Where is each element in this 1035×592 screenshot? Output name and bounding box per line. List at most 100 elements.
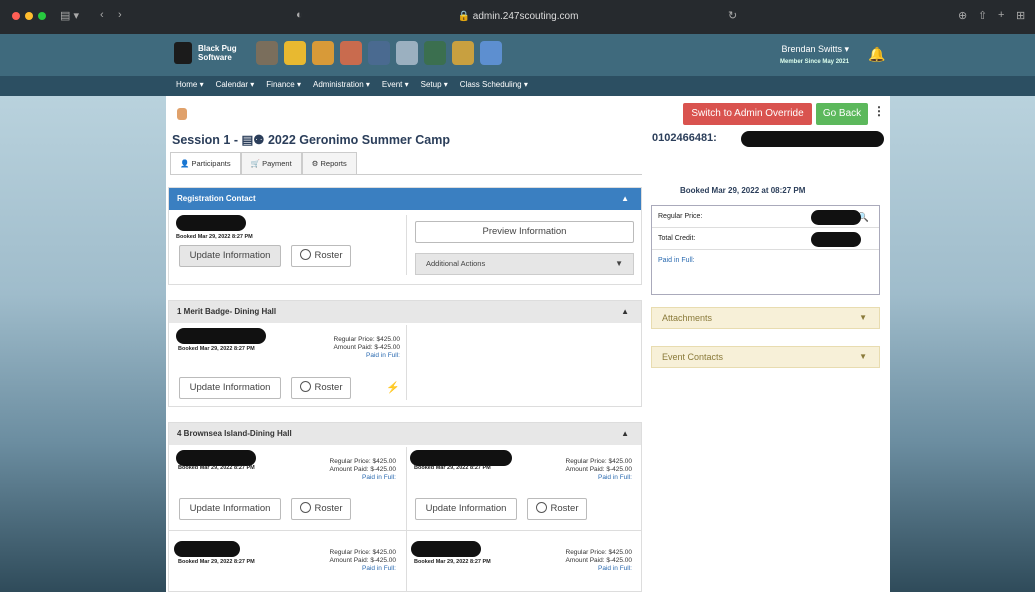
paid-in-full: Paid in Full: bbox=[598, 565, 632, 572]
amount-paid: Amount Paid: $-425.00 bbox=[329, 466, 397, 473]
url-text: admin.247scouting.com bbox=[472, 11, 579, 22]
new-tab-icon[interactable]: + bbox=[998, 9, 1004, 21]
nav-administration[interactable]: Administration ▾ bbox=[313, 80, 370, 89]
module-icons bbox=[256, 41, 502, 65]
regular-price: Regular Price: $425.00 bbox=[329, 549, 397, 556]
group-header[interactable]: 4 Brownsea Island-Dining Hall ▲ bbox=[169, 423, 641, 445]
roster-icon bbox=[299, 249, 311, 260]
user-icon[interactable] bbox=[340, 41, 362, 65]
booking-summary-title: Booked Mar 29, 2022 at 08:27 PM bbox=[680, 186, 806, 195]
go-back-button[interactable]: Go Back bbox=[816, 103, 868, 125]
nav-event[interactable]: Event ▾ bbox=[382, 80, 409, 89]
redaction bbox=[741, 131, 884, 147]
attachments-label: Attachments bbox=[662, 313, 713, 323]
privacy-shield-icon[interactable]: ◐ bbox=[296, 9, 303, 21]
chevron-up-icon[interactable]: ▲ bbox=[621, 188, 629, 210]
additional-actions-select[interactable]: Additional Actions ▼ bbox=[415, 253, 634, 275]
bell-icon[interactable]: 🔔 bbox=[868, 46, 885, 63]
roster-icon bbox=[299, 381, 311, 392]
update-information-button[interactable]: Update Information bbox=[415, 498, 517, 520]
calculator-icon[interactable] bbox=[424, 41, 446, 65]
participant-icon bbox=[177, 108, 187, 120]
tab-payment-label: Payment bbox=[262, 159, 292, 168]
house-icon[interactable] bbox=[256, 41, 278, 65]
roster-button[interactable]: Roster bbox=[527, 498, 587, 520]
paid-in-full: Paid in Full: bbox=[598, 474, 632, 481]
people-icon[interactable] bbox=[480, 41, 502, 65]
update-information-button[interactable]: Update Information bbox=[179, 377, 281, 399]
address-bar[interactable]: 🔒 admin.247scouting.com bbox=[398, 8, 638, 26]
reload-icon[interactable]: ↻ bbox=[728, 9, 737, 22]
back-icon[interactable]: ‹ bbox=[100, 9, 104, 21]
lightning-icon[interactable]: ⚡ bbox=[386, 381, 400, 394]
tab-overview-icon[interactable]: ⊞ bbox=[1016, 9, 1025, 22]
paid-in-full: Paid in Full: bbox=[366, 352, 400, 359]
notebook-icon[interactable] bbox=[396, 41, 418, 65]
redaction bbox=[411, 541, 481, 557]
divider bbox=[406, 325, 407, 400]
update-information-button[interactable]: Update Information bbox=[179, 245, 281, 267]
group-title: 1 Merit Badge- Dining Hall bbox=[177, 307, 277, 316]
nav-finance[interactable]: Finance ▾ bbox=[266, 80, 301, 89]
amount-paid: Amount Paid: $-425.00 bbox=[329, 557, 397, 564]
chevron-up-icon[interactable]: ▲ bbox=[621, 423, 629, 445]
admin-override-button[interactable]: Switch to Admin Override bbox=[683, 103, 812, 125]
nav-setup[interactable]: Setup ▾ bbox=[421, 80, 448, 89]
brand-line1: Black Pug bbox=[198, 44, 237, 53]
folder-icon[interactable] bbox=[312, 41, 334, 65]
amount-paid: Amount Paid: $-425.00 bbox=[565, 466, 633, 473]
brand-logo[interactable]: Black Pug Software bbox=[174, 42, 237, 64]
attachments-accordion[interactable]: Attachments ▼ bbox=[651, 307, 880, 329]
nav-class-scheduling[interactable]: Class Scheduling ▾ bbox=[460, 80, 528, 89]
redaction bbox=[176, 450, 256, 466]
amount-paid: Amount Paid: $-425.00 bbox=[565, 557, 633, 564]
member-since: Member Since May 2021 bbox=[780, 59, 850, 65]
nav-home[interactable]: Home ▾ bbox=[176, 80, 204, 89]
regular-price: Regular Price: $425.00 bbox=[329, 458, 397, 465]
booked-text: Booked Mar 29, 2022 8:27 PM bbox=[178, 346, 255, 352]
event-contacts-accordion[interactable]: Event Contacts ▼ bbox=[651, 346, 880, 368]
price-block: Regular Price: $425.00 Amount Paid: $-425… bbox=[296, 458, 397, 482]
download-icon[interactable]: ⊕ bbox=[958, 9, 967, 22]
regular-price: Regular Price: $425.00 bbox=[333, 336, 401, 343]
redaction bbox=[176, 215, 246, 231]
redaction bbox=[410, 450, 512, 466]
group-header[interactable]: 1 Merit Badge- Dining Hall ▲ bbox=[169, 301, 641, 323]
forward-icon[interactable]: › bbox=[118, 9, 122, 21]
share-icon[interactable]: ⇧ bbox=[978, 9, 987, 22]
preview-information-button[interactable]: Preview Information bbox=[415, 221, 634, 243]
update-information-button[interactable]: Update Information bbox=[179, 498, 281, 520]
price-block: Regular Price: $425.00 Amount Paid: $-425… bbox=[296, 549, 397, 573]
tab-participants[interactable]: 👤 Participants bbox=[170, 152, 241, 174]
nav-calendar[interactable]: Calendar ▾ bbox=[216, 80, 255, 89]
more-options-icon[interactable]: ⋮ bbox=[873, 104, 885, 118]
roster-label: Roster bbox=[550, 503, 579, 514]
roster-button[interactable]: Roster bbox=[291, 245, 351, 267]
minimize-window-button[interactable] bbox=[25, 12, 33, 20]
book-icon[interactable] bbox=[368, 41, 390, 65]
keys-icon[interactable] bbox=[452, 41, 474, 65]
booked-text: Booked Mar 29, 2022 8:27 PM bbox=[176, 234, 253, 240]
roster-button[interactable]: Roster bbox=[291, 498, 351, 520]
chevron-up-icon[interactable]: ▲ bbox=[621, 301, 629, 323]
booked-text: Booked Mar 29, 2022 8:27 PM bbox=[178, 559, 255, 565]
user-menu[interactable]: Brendan Switts ▾ Member Since May 2021 bbox=[780, 44, 849, 68]
panel-title: Registration Contact bbox=[177, 194, 256, 203]
roster-button[interactable]: Roster bbox=[291, 377, 351, 399]
roster-label: Roster bbox=[314, 382, 343, 393]
roster-label: Roster bbox=[314, 503, 343, 514]
close-window-button[interactable] bbox=[12, 12, 20, 20]
zoom-window-button[interactable] bbox=[38, 12, 46, 20]
tickets-icon[interactable] bbox=[284, 41, 306, 65]
tab-payment[interactable]: 🛒 Payment bbox=[240, 152, 302, 174]
divider bbox=[406, 447, 407, 592]
booked-text: Booked Mar 29, 2022 8:27 PM bbox=[178, 465, 255, 471]
tab-underline bbox=[170, 174, 642, 175]
chevron-down-icon: ▼ bbox=[859, 352, 867, 361]
tab-reports[interactable]: ⚙ Reports bbox=[301, 152, 357, 174]
redaction bbox=[811, 210, 861, 225]
paid-in-full: Paid in Full: bbox=[362, 474, 396, 481]
sidebar-toggle-icon[interactable]: ▤ ▾ bbox=[60, 9, 79, 22]
registration-contact-header[interactable]: Registration Contact ▲ bbox=[169, 188, 641, 210]
amount-paid: Amount Paid: $-425.00 bbox=[333, 344, 401, 351]
